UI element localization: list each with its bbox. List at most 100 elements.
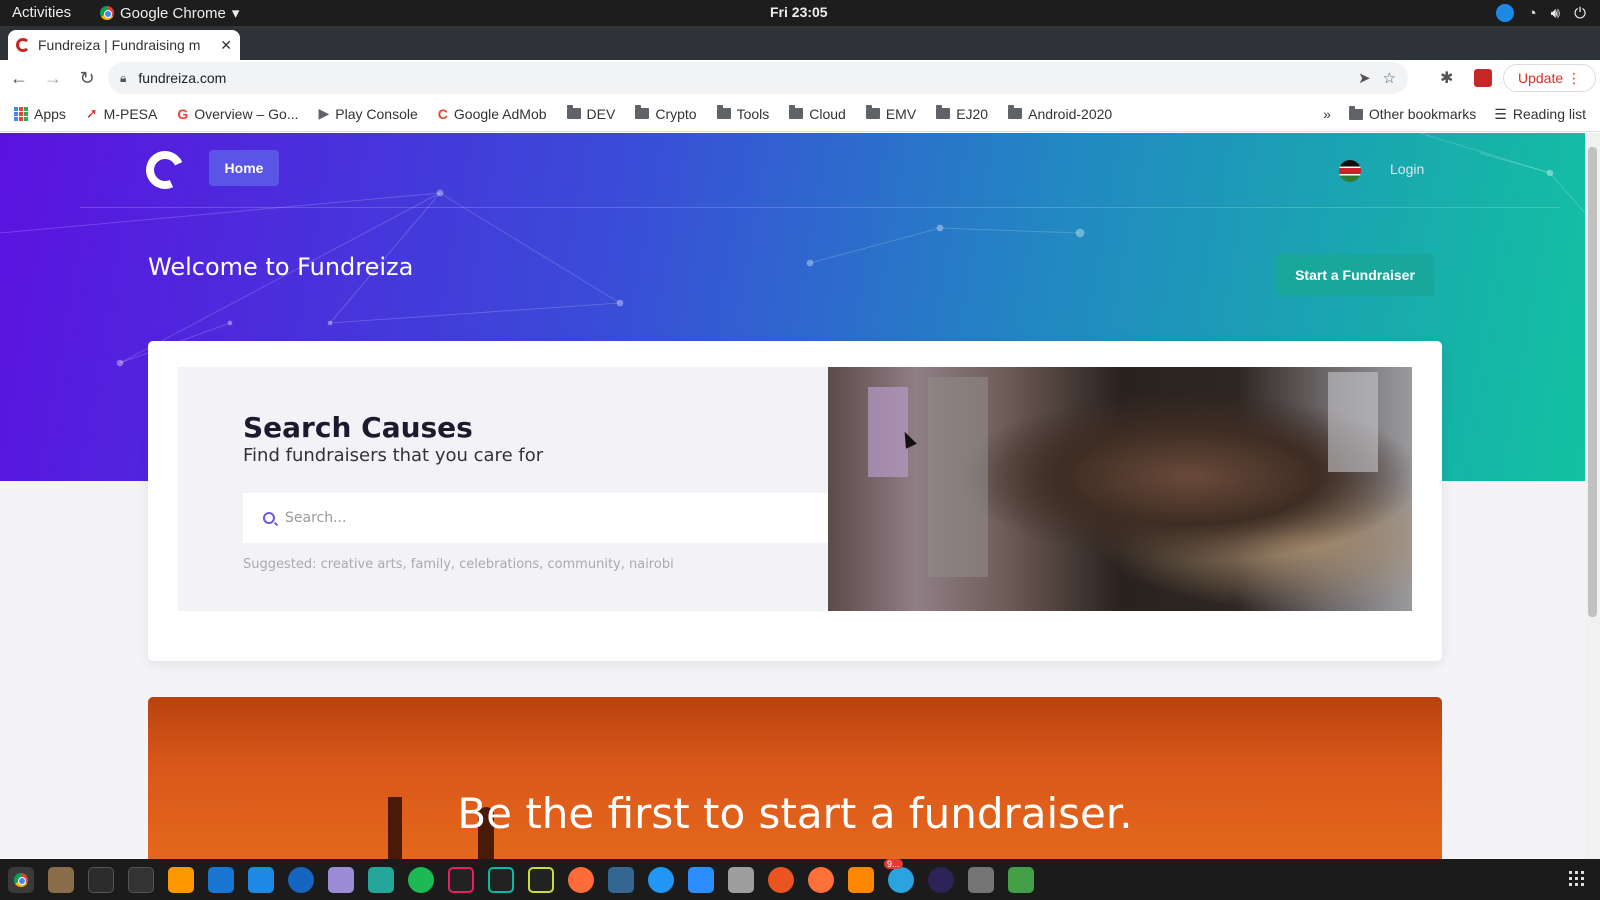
forward-button[interactable]: → [38, 63, 68, 93]
reading-list[interactable]: ☰ Reading list [1494, 106, 1586, 123]
bookmark-folder-dev[interactable]: DEV [566, 105, 615, 122]
start-fundraiser-button[interactable]: Start a Fundraiser [1276, 254, 1434, 296]
files-icon[interactable] [48, 866, 74, 893]
calculator-icon[interactable] [968, 866, 994, 893]
bookmark-folder-emv[interactable]: EMV [865, 105, 917, 122]
photo-detail [1328, 372, 1378, 472]
calendar-extension-icon[interactable] [1474, 69, 1492, 87]
bookmark-star-icon[interactable]: ☆ [1383, 69, 1396, 87]
system-monitor-icon[interactable] [128, 866, 154, 893]
bookmark-folder-ej20[interactable]: EJ20 [936, 105, 988, 122]
volume-icon: 🔊︎ [1550, 4, 1561, 22]
pycharm-icon[interactable] [528, 866, 554, 893]
chrome-icon[interactable] [8, 866, 34, 893]
bookmark-folder-cloud[interactable]: Cloud [789, 105, 846, 122]
activities-button[interactable]: Activities [12, 4, 71, 21]
search-box[interactable] [243, 493, 828, 543]
lock-icon[interactable]: 🔒︎ [120, 71, 126, 86]
bookmark-folder-crypto[interactable]: Crypto [635, 105, 697, 122]
android-studio-icon[interactable] [368, 866, 394, 893]
close-tab-icon[interactable]: ✕ [220, 37, 232, 54]
other-bookmarks[interactable]: Other bookmarks [1348, 105, 1477, 122]
tab-strip: Fundreiza | Fundraising m ✕ + ⌄ – □ × [0, 26, 1600, 78]
firefox-icon[interactable] [808, 866, 834, 893]
home-nav-button[interactable]: Home [209, 150, 279, 186]
bookmark-overview[interactable]: G Overview – Go... [177, 106, 298, 122]
reading-list-icon: ☰ [1494, 105, 1507, 122]
reload-button[interactable]: ↻ [72, 63, 102, 93]
kenya-flag-icon[interactable] [1339, 160, 1361, 182]
bookmarks-overflow-button[interactable]: » [1323, 106, 1331, 122]
system-tray[interactable]: ◔ 🔊︎ ⏻ [1495, 4, 1586, 22]
screenshot-icon[interactable] [208, 866, 234, 893]
app-menu[interactable]: Google Chrome ▾ [100, 4, 239, 22]
navigation-bar: ← → ↻ 🔒︎ fundreiza.com ➤ ☆ ✱ Update ⋮ [0, 60, 1600, 96]
back-button[interactable]: ← [4, 63, 34, 93]
chevron-down-icon: ▾ [231, 5, 240, 22]
login-link[interactable]: Login [1390, 161, 1424, 177]
photo-detail [928, 377, 988, 577]
bookmark-folder-tools[interactable]: Tools [716, 105, 770, 122]
address-bar[interactable]: 🔒︎ fundreiza.com ➤ ☆ [108, 62, 1408, 94]
bookmark-play-console[interactable]: ▶ Play Console [319, 105, 418, 122]
wps-icon[interactable] [288, 866, 314, 893]
mpesa-icon: ➚ [85, 105, 98, 121]
bookmark-label: Cloud [809, 105, 846, 122]
scrollbar-thumb[interactable] [1588, 147, 1597, 617]
bookmark-mpesa[interactable]: ➚ M-PESA [86, 105, 157, 122]
camera-icon[interactable] [728, 866, 754, 893]
telegram-badge: 9... [884, 858, 903, 869]
postman-icon[interactable] [568, 866, 594, 893]
banner-title: Be the first to start a fundraiser. [457, 789, 1133, 838]
safari-icon[interactable] [648, 866, 674, 893]
send-icon[interactable]: ➤ [1358, 69, 1371, 87]
bookmark-label: Crypto [655, 105, 697, 122]
crystal-icon[interactable] [328, 866, 354, 893]
folder-icon [635, 105, 650, 119]
eclipse-icon[interactable] [928, 866, 954, 893]
tab-title: Fundreiza | Fundraising m [38, 37, 201, 53]
bookmark-label: Google AdMob [453, 105, 547, 122]
suggested-tags: Suggested: creative arts, family, celebr… [243, 557, 674, 572]
page-scrollbar[interactable] [1585, 133, 1600, 859]
update-button[interactable]: Update ⋮ [1503, 64, 1597, 92]
telegram-icon[interactable]: 9... [884, 858, 914, 893]
tab-fundreiza[interactable]: Fundreiza | Fundraising m ✕ [8, 30, 240, 60]
bookmark-folder-android-2020[interactable]: Android-2020 [1008, 105, 1112, 122]
update-label: Update [1518, 70, 1564, 86]
folder-icon [1008, 105, 1023, 119]
bookmark-admob[interactable]: C Google AdMob [438, 106, 547, 122]
bookmark-apps[interactable]: Apps [14, 106, 66, 122]
dock: 9... [0, 858, 1600, 900]
datagrip-icon[interactable] [488, 866, 514, 893]
url-text[interactable]: fundreiza.com [138, 70, 1346, 86]
app-menu-label: Google Chrome [120, 4, 226, 22]
search-input[interactable] [285, 510, 805, 526]
show-applications-icon[interactable] [1569, 871, 1584, 886]
spreadsheet-icon[interactable] [1008, 866, 1034, 893]
folder-icon [716, 105, 731, 119]
ubuntu-icon[interactable] [768, 866, 794, 893]
other-bookmarks-label: Other bookmarks [1368, 106, 1477, 122]
page-viewport[interactable]: Home Login Welcome to Fundreiza Start a … [0, 133, 1585, 859]
bookmark-label: EMV [885, 105, 917, 122]
admob-icon: C [437, 105, 448, 122]
vscode-icon[interactable] [248, 866, 274, 893]
nav-divider [80, 207, 1560, 208]
play-console-icon: ▶ [318, 105, 330, 121]
vlc-icon[interactable] [848, 866, 874, 893]
bookmark-label: Tools [736, 105, 770, 122]
sublime-icon[interactable] [168, 866, 194, 893]
reading-list-label: Reading list [1512, 106, 1586, 122]
terminal-icon[interactable] [88, 866, 114, 893]
postgres-icon[interactable] [608, 866, 634, 893]
power-icon: ⏻ [1574, 4, 1586, 22]
zoom-icon[interactable] [688, 866, 714, 893]
bookmarks-bar: Apps ➚ M-PESA G Overview – Go... ▶ Play … [0, 96, 1600, 132]
spotify-icon[interactable] [408, 866, 434, 893]
clock[interactable]: Fri 23:05 [770, 4, 828, 20]
bookmark-label: M-PESA [103, 105, 158, 122]
intellij-icon[interactable] [448, 866, 474, 893]
update-notifier-icon[interactable] [1495, 4, 1514, 22]
extensions-icon[interactable]: ✱ [1440, 68, 1453, 88]
